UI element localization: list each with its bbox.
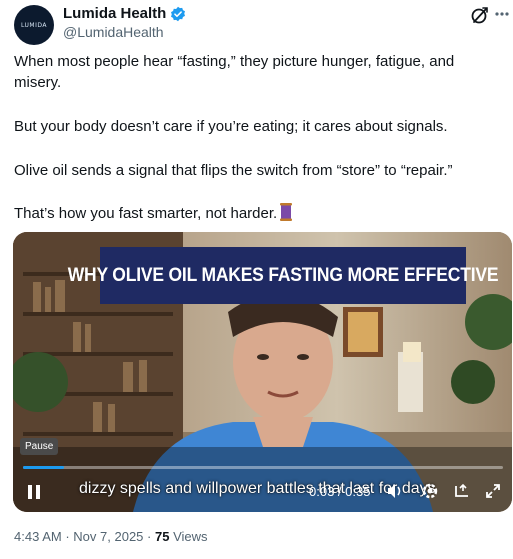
volume-icon[interactable] bbox=[385, 481, 405, 501]
captions-icon[interactable] bbox=[452, 481, 472, 501]
tweet-date[interactable]: Nov 7, 2025 bbox=[73, 529, 143, 544]
author-name[interactable]: Lumida Health bbox=[63, 5, 166, 22]
tweet-paragraph: That’s how you fast smarter, not harder. bbox=[14, 203, 293, 224]
pause-tooltip: Pause bbox=[20, 438, 59, 455]
tweet-paragraph-text: That’s how you fast smarter, not harder. bbox=[14, 205, 278, 222]
video-title-banner: WHY OLIVE OIL MAKES FASTING MORE EFFECTI… bbox=[68, 247, 498, 304]
video-time: 0:03 / 0:35 bbox=[309, 484, 371, 499]
more-options-icon[interactable] bbox=[494, 2, 510, 26]
tweet-time[interactable]: 4:43 AM bbox=[14, 529, 62, 544]
verified-badge-icon bbox=[171, 6, 186, 21]
tweet-paragraph: When most people hear “fasting,” they pi… bbox=[14, 53, 455, 91]
avatar-logo-text: LUMIDA bbox=[20, 21, 47, 29]
video-progress-fill bbox=[23, 466, 65, 469]
settings-gear-icon[interactable] bbox=[420, 481, 440, 501]
author-handle[interactable]: @LumidaHealth bbox=[63, 24, 164, 40]
grok-icon[interactable] bbox=[469, 4, 491, 26]
scroll-emoji-icon bbox=[280, 203, 293, 221]
avatar[interactable]: LUMIDA bbox=[14, 5, 54, 45]
pause-icon[interactable] bbox=[24, 482, 44, 502]
views-label: Views bbox=[173, 529, 208, 544]
tweet-paragraph: But your body doesn’t care if you’re eat… bbox=[14, 118, 448, 135]
fullscreen-icon[interactable] bbox=[483, 481, 503, 501]
tweet-timestamp: 4:43 AM · Nov 7, 2025 · 75 Views bbox=[14, 529, 208, 544]
video-progress-bar[interactable] bbox=[23, 466, 503, 469]
tweet-paragraph: Olive oil sends a signal that flips the … bbox=[14, 162, 453, 179]
video-player[interactable]: WHY OLIVE OIL MAKES FASTING MORE EFFECTI… bbox=[13, 232, 512, 512]
video-caption: dizzy spells and willpower battles that … bbox=[79, 480, 436, 497]
author-name-row: Lumida Health bbox=[63, 5, 186, 22]
separator: · bbox=[147, 529, 152, 544]
separator: · bbox=[65, 529, 70, 544]
view-count: 75 bbox=[155, 529, 170, 544]
video-title-text: WHY OLIVE OIL MAKES FASTING MORE EFFECTI… bbox=[67, 264, 499, 286]
